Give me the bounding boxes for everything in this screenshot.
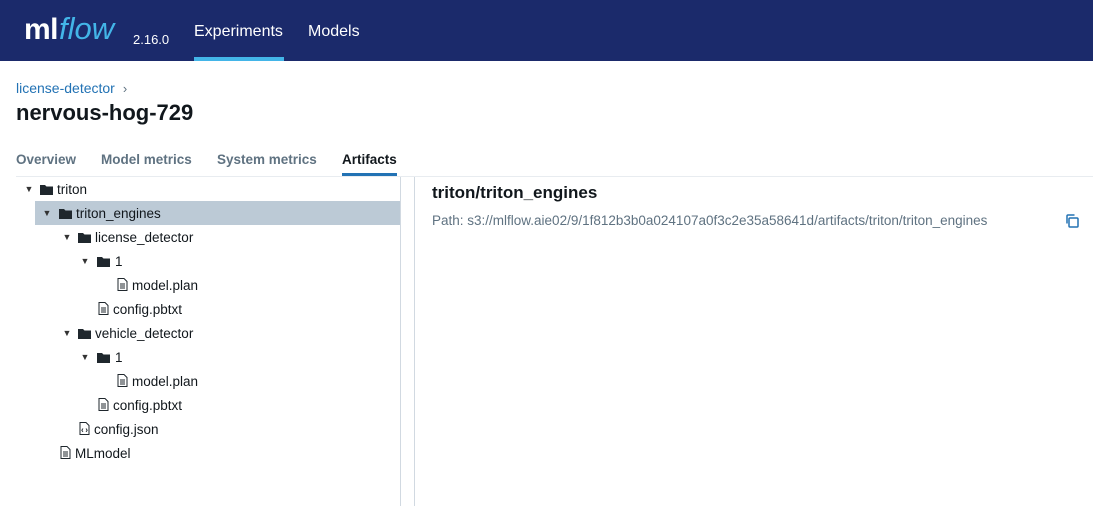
- artifact-tree: ▼ triton ▼ triton_engines ▼ license_dete…: [0, 177, 401, 506]
- breadcrumb-separator-icon: ›: [122, 80, 128, 96]
- tree-item-label: config.pbtxt: [113, 397, 183, 413]
- caret-down-icon[interactable]: ▼: [80, 256, 90, 266]
- tree-item-label: MLmodel: [75, 445, 131, 461]
- caret-down-icon[interactable]: ▼: [42, 208, 52, 218]
- tree-item-config-pbtxt[interactable]: config.pbtxt: [0, 297, 401, 321]
- caret-down-icon[interactable]: ▼: [80, 352, 90, 362]
- tree-item-label: config.pbtxt: [113, 301, 183, 317]
- tab-model-metrics[interactable]: Model metrics: [101, 152, 192, 167]
- tree-item-label: vehicle_detector: [95, 325, 194, 341]
- caret-down-icon[interactable]: ▼: [62, 328, 72, 338]
- tree-item-config-pbtxt[interactable]: config.pbtxt: [0, 393, 401, 417]
- artifact-title: triton/triton_engines: [432, 183, 598, 202]
- file-icon: [98, 398, 109, 411]
- caret-down-icon[interactable]: ▼: [62, 232, 72, 242]
- tree-item-label: triton_engines: [76, 205, 161, 221]
- resize-handle[interactable]: [414, 177, 415, 506]
- nav-models[interactable]: Models: [308, 0, 360, 61]
- tree-item-model-plan[interactable]: model.plan: [0, 273, 401, 297]
- tree-item-label: model.plan: [132, 373, 199, 389]
- tree-pane-border: [400, 177, 401, 506]
- folder-icon: [97, 353, 110, 363]
- tree-item-label: triton: [57, 181, 88, 197]
- folder-icon: [40, 185, 53, 195]
- folder-icon: [59, 209, 72, 219]
- file-icon: [117, 278, 128, 291]
- tree-item-label: 1: [115, 349, 123, 365]
- code-file-icon: [79, 422, 90, 435]
- tree-item-label: 1: [115, 253, 123, 269]
- top-nav-bar: ml flow 2.16.0 Experiments Models: [0, 0, 1093, 61]
- file-icon: [98, 302, 109, 315]
- copy-icon[interactable]: [1064, 213, 1080, 229]
- page-title: nervous-hog-729: [16, 100, 194, 125]
- tree-item-license-detector[interactable]: ▼ license_detector: [0, 225, 401, 249]
- tree-item-label: config.json: [94, 421, 159, 437]
- tree-item-mlmodel[interactable]: MLmodel: [0, 441, 401, 465]
- folder-icon: [97, 257, 110, 267]
- breadcrumb-experiment-link[interactable]: license-detector: [16, 80, 115, 96]
- tree-item-triton-engines[interactable]: ▼ triton_engines: [0, 201, 401, 225]
- tree-item-config-json[interactable]: config.json: [0, 417, 401, 441]
- file-icon: [117, 374, 128, 387]
- tree-item-vehicle-detector[interactable]: ▼ vehicle_detector: [0, 321, 401, 345]
- tab-artifacts[interactable]: Artifacts: [342, 152, 397, 176]
- version-label: 2.16.0: [133, 32, 170, 47]
- nav-experiments[interactable]: Experiments: [194, 0, 284, 61]
- tree-item-version-1[interactable]: ▼ 1: [0, 249, 401, 273]
- artifact-path: Path: s3://mlflow.aie02/9/1f812b3b0a0241…: [432, 213, 988, 228]
- tree-item-version-1[interactable]: ▼ 1: [0, 345, 401, 369]
- breadcrumb: license-detector ›: [16, 80, 127, 96]
- tree-item-label: license_detector: [95, 229, 194, 245]
- folder-icon: [78, 233, 91, 243]
- tree-item-model-plan[interactable]: model.plan: [0, 369, 401, 393]
- caret-down-icon[interactable]: ▼: [24, 184, 34, 194]
- logo-ml-text: ml: [24, 13, 59, 46]
- logo-flow-text: flow: [59, 11, 115, 46]
- tab-overview[interactable]: Overview: [16, 152, 76, 167]
- tab-system-metrics[interactable]: System metrics: [217, 152, 317, 167]
- tree-item-triton[interactable]: ▼ triton: [0, 177, 401, 201]
- mlflow-logo[interactable]: ml flow: [24, 11, 114, 51]
- folder-icon: [78, 329, 91, 339]
- tree-item-label: model.plan: [132, 277, 199, 293]
- file-icon: [60, 446, 71, 459]
